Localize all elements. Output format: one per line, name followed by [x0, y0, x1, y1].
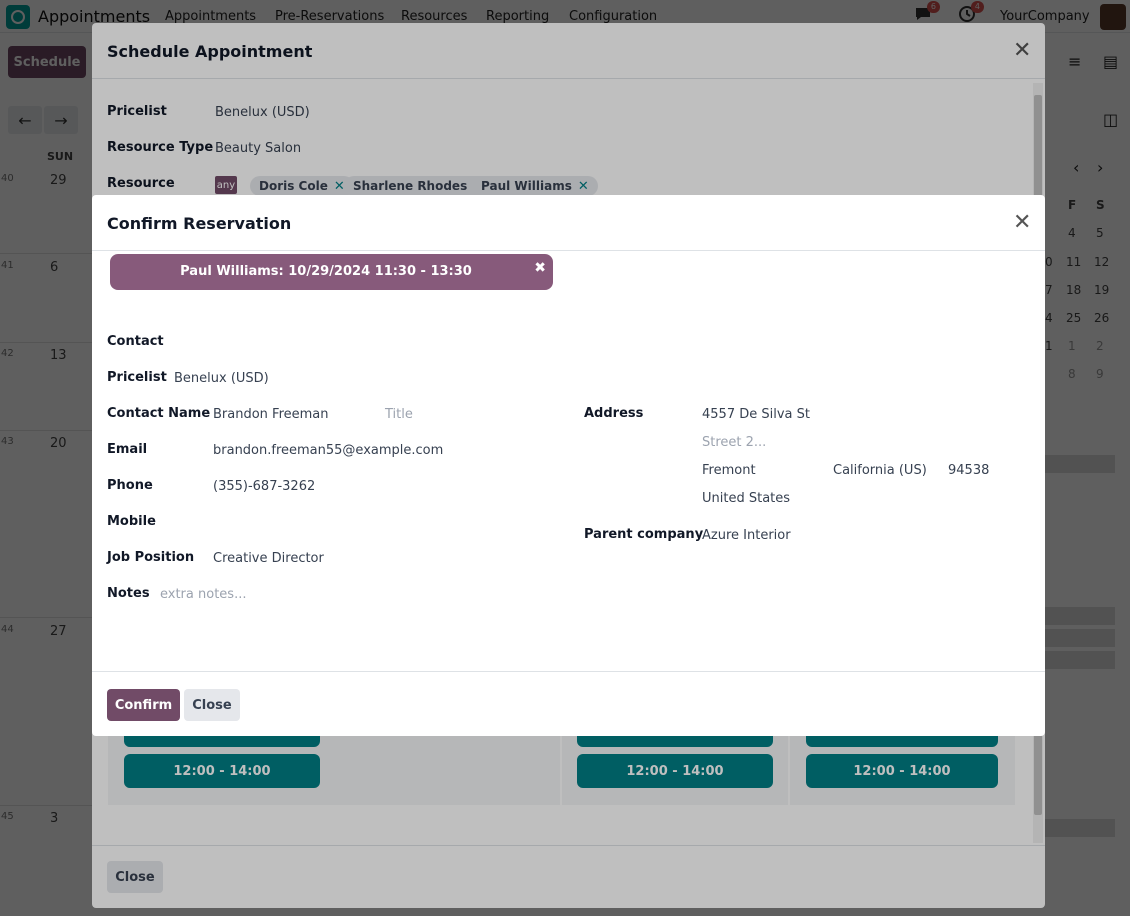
pricelist-field[interactable]: Benelux (USD)	[174, 371, 269, 386]
phone-label: Phone	[107, 478, 153, 493]
remove-reservation-icon[interactable]: ✖	[534, 260, 546, 276]
city-field[interactable]: Fremont	[702, 463, 756, 478]
job-position-label: Job Position	[107, 550, 195, 565]
close-button[interactable]: Close	[184, 689, 240, 721]
street-field[interactable]: 4557 De Silva St	[702, 407, 810, 422]
contact-name-label: Contact Name	[107, 406, 211, 421]
parent-company-field[interactable]: Azure Interior	[702, 528, 791, 543]
modal-title: Confirm Reservation	[107, 214, 292, 233]
address-label: Address	[584, 406, 644, 421]
contact-name-field[interactable]: Brandon Freeman	[213, 407, 329, 422]
reservation-label: Paul Williams: 10/29/2024 11:30 - 13:30	[180, 264, 472, 279]
confirm-reservation-modal: Confirm Reservation ✕ Paul Williams: 10/…	[92, 195, 1045, 736]
zip-field[interactable]: 94538	[948, 463, 989, 478]
mobile-label: Mobile	[107, 514, 156, 529]
modal-footer: Confirm Close	[92, 671, 1045, 736]
street2-field[interactable]: Street 2...	[702, 435, 766, 450]
email-label: Email	[107, 442, 148, 457]
title-field[interactable]: Title	[385, 407, 413, 422]
modal-header: Confirm Reservation ✕	[92, 195, 1045, 251]
country-field[interactable]: United States	[702, 491, 790, 506]
phone-field[interactable]: (355)-687-3262	[213, 479, 315, 494]
state-field[interactable]: California (US)	[833, 463, 927, 478]
close-icon[interactable]: ✕	[1013, 212, 1031, 234]
pricelist-label: Pricelist	[107, 370, 167, 385]
confirm-button[interactable]: Confirm	[107, 689, 180, 721]
job-position-field[interactable]: Creative Director	[213, 551, 324, 566]
parent-company-label: Parent company	[584, 527, 704, 542]
notes-label: Notes	[107, 586, 150, 601]
notes-field[interactable]: extra notes...	[160, 587, 246, 602]
reservation-pill: Paul Williams: 10/29/2024 11:30 - 13:30 …	[110, 254, 553, 290]
contact-label: Contact	[107, 334, 164, 349]
email-field[interactable]: brandon.freeman55@example.com	[213, 443, 443, 458]
